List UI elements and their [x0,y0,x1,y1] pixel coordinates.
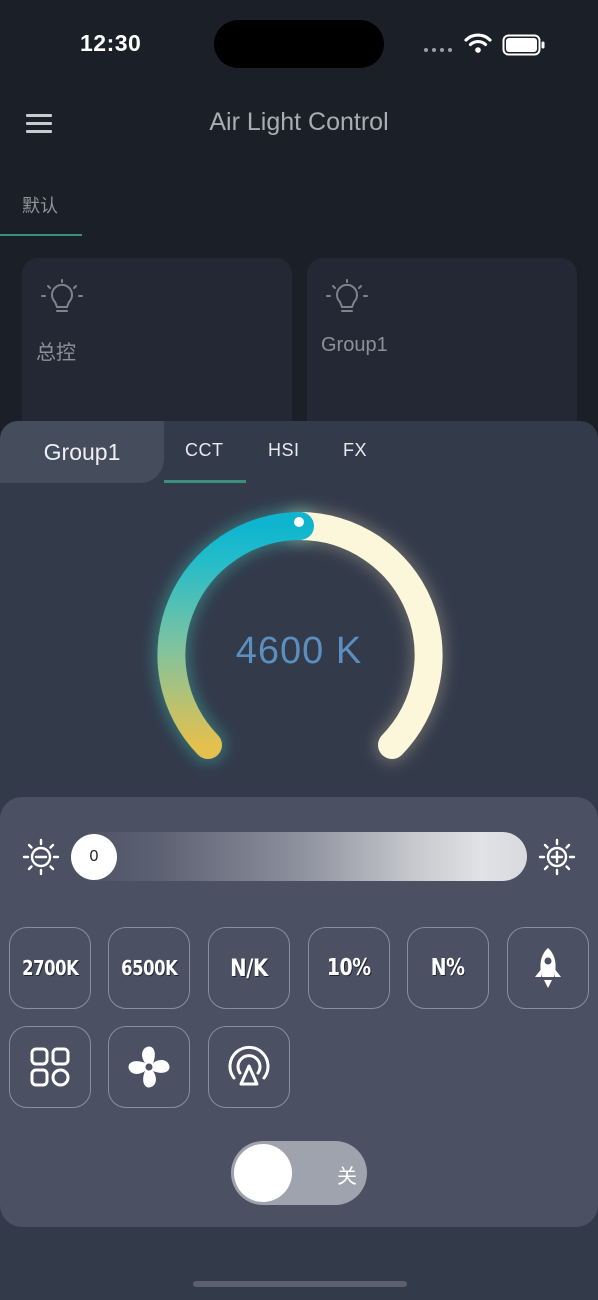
group-name-label: Group1 [43,439,121,465]
preset-label: N/K [230,954,268,982]
tab-fx[interactable]: FX [343,440,367,461]
mode-tab-indicator [164,480,246,483]
tab-indicator [0,234,82,236]
preset-label: 10% [327,955,371,981]
brightness-slider[interactable] [72,832,527,881]
dynamic-island [214,20,384,68]
home-indicator [193,1281,407,1287]
preset-nk-button[interactable]: N/K [208,927,290,1009]
fan-icon [128,1046,170,1088]
cct-knob[interactable] [294,517,304,527]
tab-default[interactable]: 默认 [22,192,58,218]
tab-cct[interactable]: CCT [185,440,224,461]
fan-button[interactable] [108,1026,190,1108]
power-toggle-label: 关 [337,1166,357,1188]
preset-label: 2700K [21,956,79,980]
grid-icon [30,1047,70,1087]
broadcast-icon [228,1045,270,1086]
bulb-icon [326,279,368,312]
brightness-thumb[interactable]: 0 [71,834,117,880]
preset-2700k-button[interactable]: 2700K [9,927,91,1009]
page-title: Air Light Control [209,108,389,136]
preset-label: N% [431,955,465,981]
cct-value: 4600 K [235,630,363,672]
preset-6500k-button[interactable]: 6500K [108,927,190,1009]
rocket-icon [535,948,561,988]
wifi-icon [464,33,492,53]
tab-hsi[interactable]: HSI [268,440,300,461]
status-time: 12:30 [80,30,142,56]
preset-label: 6500K [120,956,178,980]
broadcast-button[interactable] [208,1026,290,1108]
signal-icon [424,48,452,52]
battery-icon [502,34,545,56]
power-toggle-knob[interactable] [234,1144,292,1202]
bulb-icon [41,279,83,312]
preset-n-percent-button[interactable]: N% [407,927,489,1009]
group-card-label: 总控 [36,342,76,364]
brightness-increase-icon[interactable] [538,838,576,876]
brightness-decrease-icon[interactable] [22,838,60,876]
scenes-button[interactable] [9,1026,91,1108]
rocket-button[interactable] [507,927,589,1009]
preset-10-percent-button[interactable]: 10% [308,927,390,1009]
group-card-label: Group1 [321,334,388,356]
